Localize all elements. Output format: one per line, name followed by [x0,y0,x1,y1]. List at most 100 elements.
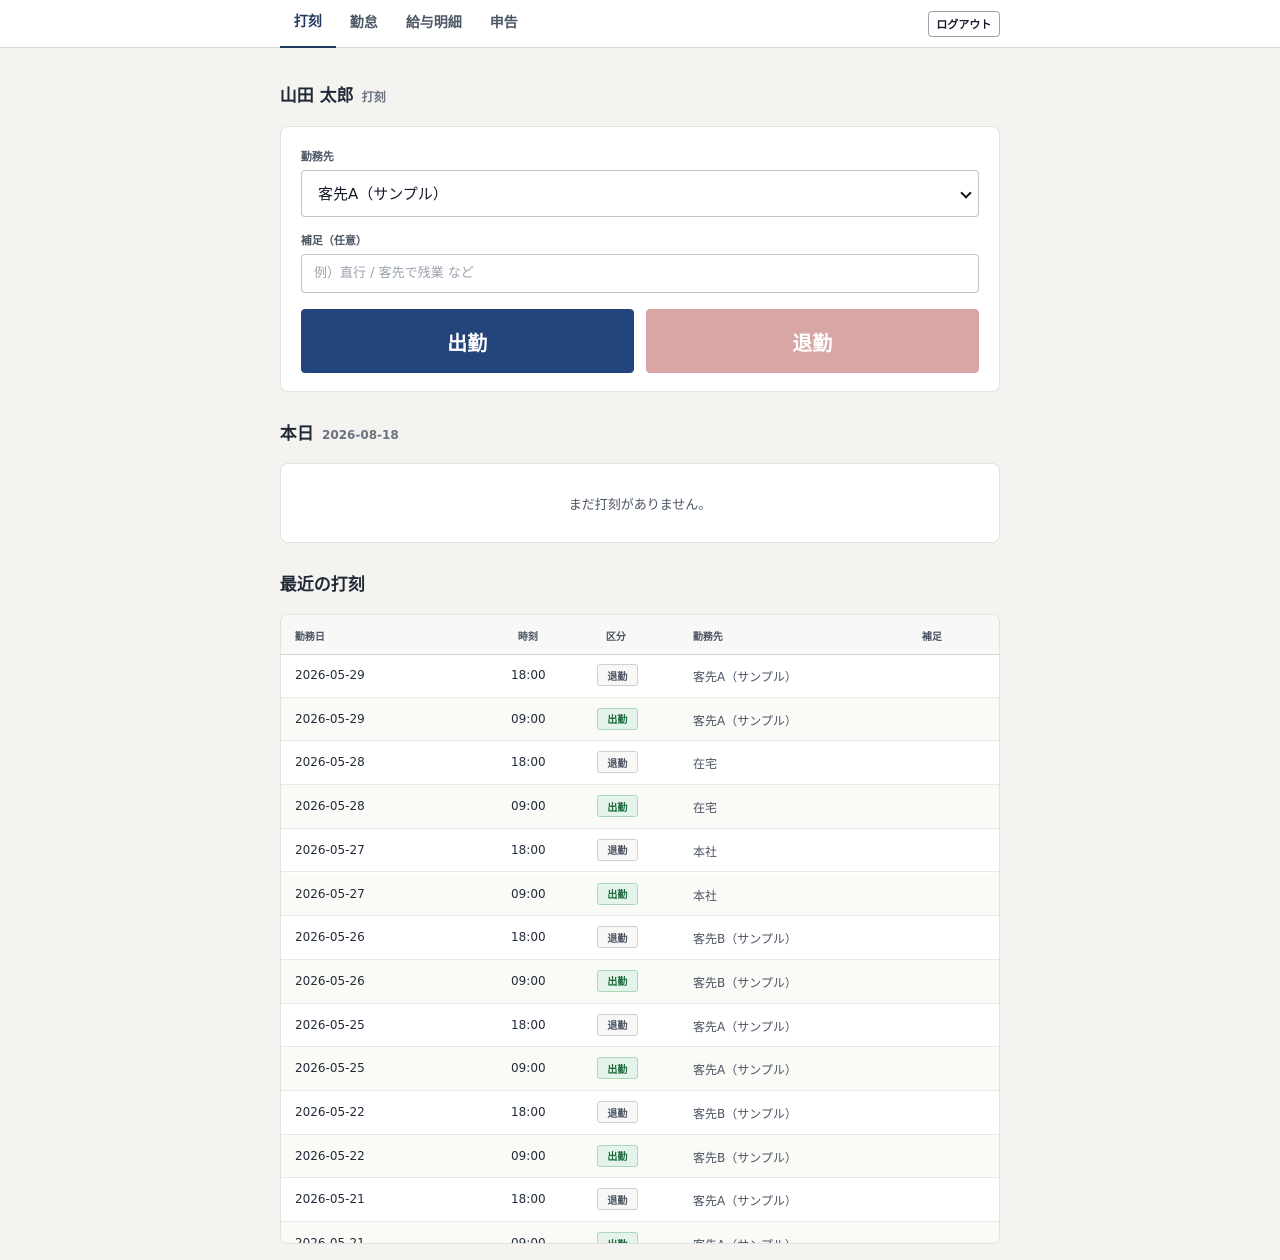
table-row: 2026-05-27 09:00 出勤 本社 [281,872,999,917]
table-row: 2026-05-25 18:00 退勤 客先A（サンプル） [281,1004,999,1048]
recent-table: 勤務日 時刻 区分 勤務先 補足 2026-05-29 18:00 退勤 客先A（サン… [280,614,1000,1244]
col-note: 補足 [922,632,942,643]
note-input[interactable] [301,254,979,293]
workplace-label: 勤務先 [301,150,334,163]
row-date: 2026-05-26 [295,973,365,988]
empty-message: まだ打刻がありません。 [568,497,712,513]
row-place: 客先A（サンプル） [693,1194,797,1209]
row-date: 2026-05-22 [295,1105,365,1119]
row-date: 2026-05-22 [295,1148,365,1163]
row-place: 客先B（サンプル） [693,1107,797,1121]
row-type-badge: 退勤 [597,926,638,949]
user-name: 山田 太郎 [280,86,354,106]
row-time: 09:00 [511,1061,546,1076]
row-type-badge: 退勤 [597,664,638,686]
row-time: 18:00 [511,668,546,682]
clock-in-button[interactable]: 出勤 [301,309,634,373]
nav-tabs: 打刻 勤怠 給与明細 申告 [280,0,532,48]
table-row: 2026-05-21 09:00 出勤 客先A（サンプル） [281,1222,999,1244]
table-row: 2026-05-22 18:00 退勤 客先B（サンプル） [281,1091,999,1135]
today-title: 本日 [280,424,314,444]
row-time: 18:00 [511,755,546,770]
punch-card: 勤務先 客先A（サンプル） 補足（任意） 出勤 退勤 [280,126,1000,392]
row-place: 客先B（サンプル） [693,932,797,947]
today-date: 2026-08-18 [322,428,399,442]
row-time: 09:00 [511,973,546,988]
row-time: 09:00 [511,886,546,901]
row-time: 18:00 [511,1017,546,1032]
row-place: 客先A（サンプル） [693,1019,797,1034]
row-time: 18:00 [511,930,546,945]
row-type-badge: 退勤 [597,751,638,774]
row-place: 客先A（サンプル） [693,713,797,728]
table-row: 2026-05-25 09:00 出勤 客先A（サンプル） [281,1047,999,1091]
table-row: 2026-05-29 18:00 退勤 客先A（サンプル） [281,654,999,698]
row-time: 09:00 [511,711,546,726]
row-type-badge: 出勤 [597,1144,638,1167]
row-place: 客先B（サンプル） [693,975,797,990]
top-nav-bar: 打刻 勤怠 給与明細 申告 ログアウト [0,0,1280,48]
table-row: 2026-05-26 09:00 出勤 客先B（サンプル） [281,959,999,1004]
note-label: 補足（任意） [301,234,367,247]
tab-attendance[interactable]: 勤怠 [336,0,392,48]
tab-report[interactable]: 申告 [476,0,532,48]
page-subtitle: 打刻 [361,90,386,104]
row-type-badge: 出勤 [597,1232,638,1243]
today-heading: 本日 2026-08-18 [280,419,399,444]
row-type-badge: 退勤 [597,1101,638,1123]
row-time: 09:00 [511,799,546,814]
row-place: 在宅 [693,757,718,772]
table-row: 2026-05-28 18:00 退勤 在宅 [281,741,999,786]
row-date: 2026-05-25 [295,1061,365,1076]
col-date: 勤務日 [295,632,325,643]
row-time: 18:00 [511,1192,546,1207]
row-type-badge: 出勤 [597,707,638,730]
row-date: 2026-05-29 [295,711,365,726]
table-row: 2026-05-26 18:00 退勤 客先B（サンプル） [281,916,999,960]
clock-out-button[interactable]: 退勤 [646,309,979,373]
logout-button[interactable]: ログアウト [928,11,1000,37]
row-type-badge: 退勤 [597,1013,638,1036]
row-date: 2026-05-21 [295,1236,365,1244]
row-date: 2026-05-28 [295,799,365,814]
table-row: 2026-05-22 09:00 出勤 客先B（サンプル） [281,1134,999,1179]
chevron-down-icon [960,187,972,199]
table-row: 2026-05-28 09:00 出勤 在宅 [281,785,999,829]
row-date: 2026-05-27 [295,842,365,857]
row-type-badge: 出勤 [597,795,638,818]
row-date: 2026-05-26 [295,930,365,945]
today-card: まだ打刻がありません。 [280,463,1000,543]
table-row: 2026-05-29 09:00 出勤 客先A（サンプル） [281,697,999,742]
row-type-badge: 出勤 [597,1057,638,1080]
recent-heading: 最近の打刻 [280,575,365,595]
table-row: 2026-05-21 18:00 退勤 客先A（サンプル） [281,1178,999,1223]
row-date: 2026-05-29 [295,668,365,682]
tab-punch[interactable]: 打刻 [280,0,336,48]
page-title: 山田 太郎 打刻 [280,81,386,106]
col-time: 時刻 [518,632,538,643]
table-row: 2026-05-27 18:00 退勤 本社 [281,829,999,873]
row-date: 2026-05-28 [295,755,365,770]
row-date: 2026-05-21 [295,1192,365,1207]
row-time: 18:00 [511,1105,546,1119]
col-place: 勤務先 [693,632,723,643]
row-place: 客先B（サンプル） [693,1150,797,1165]
row-type-badge: 出勤 [597,969,638,992]
row-date: 2026-05-25 [295,1017,365,1032]
row-place: 客先A（サンプル） [693,1063,797,1078]
table-header: 勤務日 時刻 区分 勤務先 補足 [281,615,999,655]
row-time: 09:00 [511,1236,546,1244]
tab-payslip[interactable]: 給与明細 [392,0,476,48]
row-type-badge: 出勤 [597,882,638,905]
workplace-select[interactable]: 客先A（サンプル） [301,170,979,217]
row-type-badge: 退勤 [597,1188,638,1211]
col-type: 区分 [606,632,626,643]
row-date: 2026-05-27 [295,886,365,901]
row-time: 18:00 [511,842,546,857]
row-time: 09:00 [511,1148,546,1163]
row-place: 客先A（サンプル） [693,670,797,684]
workplace-select-value: 客先A（サンプル） [318,185,448,203]
row-type-badge: 退勤 [597,838,638,861]
row-place: 本社 [693,888,718,903]
row-place: 本社 [693,844,718,859]
